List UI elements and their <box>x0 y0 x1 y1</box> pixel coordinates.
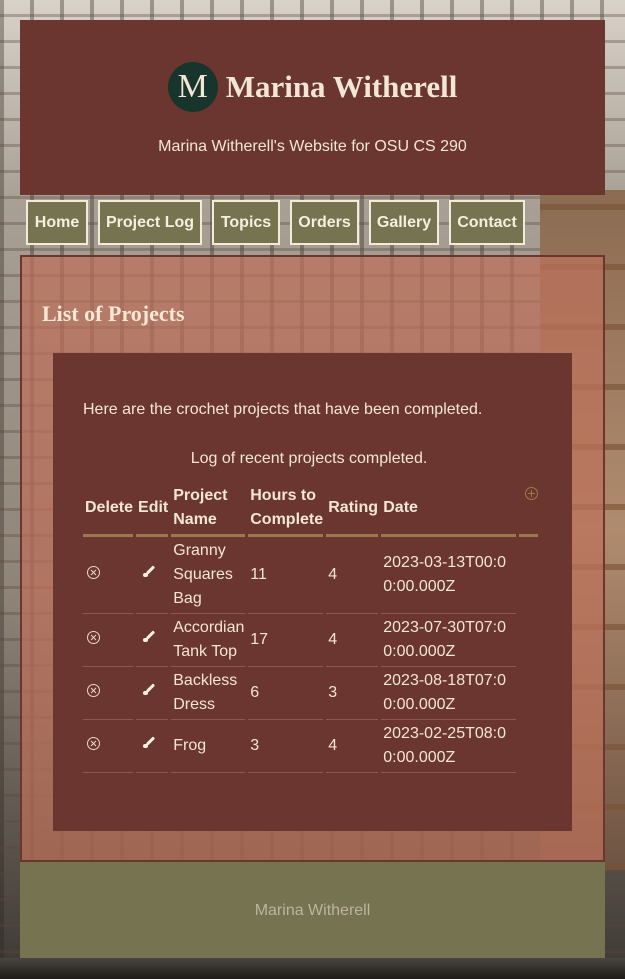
site-footer: Marina Witherell <box>20 862 605 958</box>
page-title: List of Projects <box>42 301 185 326</box>
cell-hours: 11 <box>248 537 324 614</box>
nav-home[interactable]: Home <box>26 200 88 245</box>
table-caption: Log of recent projects completed. <box>190 450 428 467</box>
delete-cell <box>83 667 134 720</box>
nav-gallery[interactable]: Gallery <box>369 200 439 245</box>
paintbrush-icon[interactable] <box>142 736 156 750</box>
logo-badge: M <box>167 62 218 112</box>
delete-cell <box>83 537 134 614</box>
header-project-name: Project Name <box>171 482 246 537</box>
cell-hours: 17 <box>248 614 324 667</box>
header-add <box>519 482 539 537</box>
site-title: Marina Witherell <box>225 69 458 104</box>
background-street <box>0 958 625 979</box>
delete-cell <box>83 720 134 773</box>
header-delete: Delete <box>83 482 134 537</box>
cell-date: 2023-07-30T07:00:00.000Z <box>381 614 517 667</box>
table-row: Frog 3 4 2023-02-25T08:00:00.000Z <box>83 720 538 773</box>
main-nav: Home Project Log Topics Orders Gallery C… <box>26 200 525 245</box>
cell-project-name: Frog <box>171 720 246 773</box>
circled-x-icon[interactable] <box>87 631 100 644</box>
nav-topics[interactable]: Topics <box>212 200 280 245</box>
cell-hours: 6 <box>248 667 324 720</box>
cell-rating: 4 <box>326 720 379 773</box>
logo-letter: M <box>177 68 208 105</box>
delete-cell <box>83 614 134 667</box>
edit-cell <box>136 667 169 720</box>
cell-date: 2023-03-13T00:00:00.000Z <box>381 537 517 614</box>
cell-project-name: Backless Dress <box>171 667 246 720</box>
circled-plus-icon[interactable] <box>525 487 539 500</box>
cell-date: 2023-02-25T08:00:00.000Z <box>381 720 517 773</box>
cell-date: 2023-08-18T07:00:00.000Z <box>381 667 517 720</box>
cell-rating: 4 <box>326 537 379 614</box>
site-subtitle: Marina Witherell's Website for OSU CS 29… <box>158 138 467 155</box>
nav-orders[interactable]: Orders <box>290 200 359 245</box>
nav-project-log[interactable]: Project Log <box>98 200 202 245</box>
table-header-row: Delete Edit Project Name Hours to Comple… <box>83 482 539 537</box>
header-edit: Edit <box>136 482 169 537</box>
edit-cell <box>136 537 169 614</box>
circled-x-icon[interactable] <box>87 737 100 750</box>
cell-spacer <box>519 537 538 614</box>
table-row: Accordian Tank Top 17 4 2023-07-30T07:00… <box>83 614 538 667</box>
edit-cell <box>136 614 169 667</box>
paintbrush-icon[interactable] <box>142 683 156 697</box>
cell-hours: 3 <box>248 720 324 773</box>
circled-x-icon[interactable] <box>87 566 100 579</box>
header-rating: Rating <box>326 482 379 537</box>
nav-contact[interactable]: Contact <box>449 200 525 245</box>
paintbrush-icon[interactable] <box>142 630 156 644</box>
site-header: M Marina Witherell Marina Witherell's We… <box>20 20 605 195</box>
header-hours: Hours to Complete <box>248 482 324 537</box>
projects-panel: Here are the crochet projects that have … <box>53 353 572 831</box>
table-row: Backless Dress 6 3 2023-08-18T07:00:00.0… <box>83 667 538 720</box>
table-row: Granny Squares Bag 11 4 2023-03-13T00:00… <box>83 537 538 614</box>
edit-cell <box>136 720 169 773</box>
main-content: List of Projects Here are the crochet pr… <box>20 255 605 862</box>
cell-rating: 3 <box>326 667 379 720</box>
cell-project-name: Accordian Tank Top <box>171 614 246 667</box>
paintbrush-icon[interactable] <box>142 565 156 579</box>
cell-spacer <box>519 720 538 773</box>
cell-project-name: Granny Squares Bag <box>171 537 246 614</box>
intro-text: Here are the crochet projects that have … <box>83 401 483 418</box>
header-date: Date <box>381 482 517 537</box>
cell-spacer <box>519 667 538 720</box>
footer-text: Marina Witherell <box>254 902 371 919</box>
cell-spacer <box>519 614 538 667</box>
brand-row: M Marina Witherell <box>20 62 605 112</box>
projects-table: Delete Edit Project Name Hours to Comple… <box>80 482 541 773</box>
cell-rating: 4 <box>326 614 379 667</box>
circled-x-icon[interactable] <box>87 684 100 697</box>
